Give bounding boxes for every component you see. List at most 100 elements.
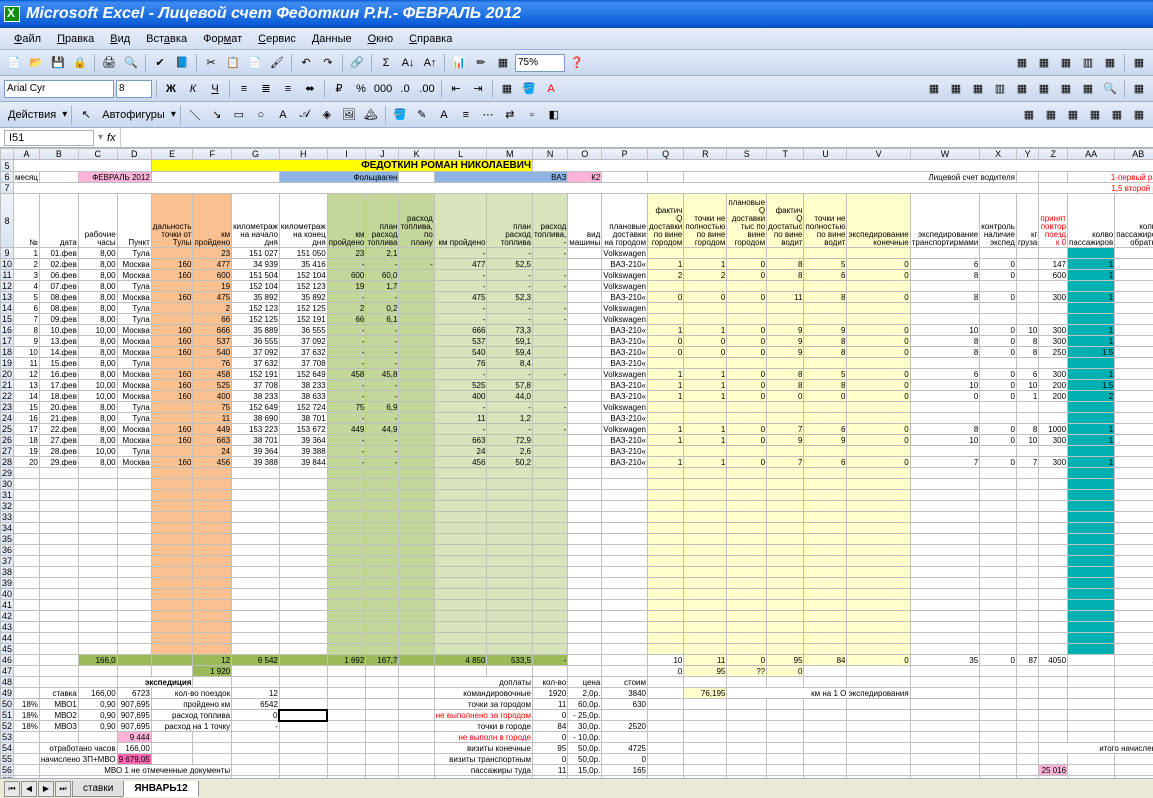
- cell[interactable]: [727, 512, 767, 523]
- cell[interactable]: [327, 512, 366, 523]
- cell[interactable]: 160: [151, 292, 193, 303]
- cell[interactable]: -: [434, 369, 487, 380]
- cell[interactable]: [14, 765, 40, 776]
- cell[interactable]: [767, 589, 804, 600]
- cell[interactable]: [366, 611, 399, 622]
- cell[interactable]: -: [232, 721, 280, 732]
- cell[interactable]: [366, 721, 399, 732]
- picture-icon[interactable]: 🏔: [361, 105, 381, 125]
- cell[interactable]: [399, 336, 434, 347]
- cell[interactable]: 0: [727, 435, 767, 446]
- cell[interactable]: [980, 303, 1017, 314]
- cell[interactable]: [399, 633, 434, 644]
- cell[interactable]: [399, 347, 434, 358]
- cell[interactable]: МВО 2 техническое состояние машины: [39, 776, 231, 779]
- cell[interactable]: 300: [1039, 336, 1068, 347]
- cell[interactable]: [767, 578, 804, 589]
- cell[interactable]: пассажиры обратно: [434, 776, 532, 779]
- cell[interactable]: -: [434, 270, 487, 281]
- cell[interactable]: [684, 512, 727, 523]
- cell[interactable]: [434, 479, 487, 490]
- cell[interactable]: 18: [14, 435, 40, 446]
- cell[interactable]: [532, 292, 567, 303]
- cell[interactable]: Volkswagen: [602, 314, 648, 325]
- cell[interactable]: [39, 589, 78, 600]
- cell[interactable]: [602, 172, 648, 183]
- cell[interactable]: [910, 303, 980, 314]
- cut-icon[interactable]: ✂: [201, 53, 221, 73]
- cell[interactable]: [434, 512, 487, 523]
- cell[interactable]: [487, 589, 533, 600]
- cell[interactable]: 0: [980, 369, 1017, 380]
- cell[interactable]: 1: [648, 369, 684, 380]
- arrow-icon[interactable]: ↘: [207, 105, 227, 125]
- cell[interactable]: [980, 490, 1017, 501]
- cell[interactable]: [568, 501, 602, 512]
- cell[interactable]: -: [327, 336, 366, 347]
- row-header[interactable]: 5: [1, 160, 14, 172]
- cell[interactable]: [399, 611, 434, 622]
- autoshapes-menu[interactable]: Автофигуры: [98, 109, 169, 121]
- cell[interactable]: [78, 501, 117, 512]
- cell[interactable]: 02.фев: [39, 259, 78, 270]
- cell[interactable]: 19: [14, 446, 40, 457]
- cell[interactable]: 38 690: [232, 413, 280, 424]
- cell[interactable]: 10: [1016, 325, 1038, 336]
- cell[interactable]: [804, 281, 847, 292]
- row-header[interactable]: 13: [1, 292, 14, 303]
- cell[interactable]: [1039, 732, 1068, 743]
- cell[interactable]: [804, 545, 847, 556]
- cell[interactable]: [117, 567, 151, 578]
- pivot-icon[interactable]: ▦: [493, 53, 513, 73]
- cell[interactable]: [602, 468, 648, 479]
- col-header[interactable]: H: [279, 149, 327, 160]
- cell[interactable]: [327, 578, 366, 589]
- percent-icon[interactable]: %: [351, 79, 371, 99]
- cell[interactable]: 0: [232, 710, 280, 721]
- cell[interactable]: [487, 611, 533, 622]
- cell[interactable]: [399, 325, 434, 336]
- cell[interactable]: [980, 413, 1017, 424]
- cell[interactable]: [399, 402, 434, 413]
- cell[interactable]: [980, 567, 1017, 578]
- cell[interactable]: [327, 754, 366, 765]
- cell[interactable]: 35: [910, 655, 980, 666]
- cell[interactable]: [980, 358, 1017, 369]
- cell[interactable]: [767, 281, 804, 292]
- cell[interactable]: [568, 457, 602, 468]
- row-header[interactable]: 46: [1, 655, 14, 666]
- cell[interactable]: [327, 545, 366, 556]
- cell[interactable]: [727, 468, 767, 479]
- cell[interactable]: [232, 677, 280, 688]
- cell[interactable]: [1115, 633, 1153, 644]
- clipart-icon[interactable]: 🖼: [339, 105, 359, 125]
- cell[interactable]: ставка: [39, 688, 78, 699]
- cell[interactable]: [910, 545, 980, 556]
- cell[interactable]: 36 555: [279, 325, 327, 336]
- cell[interactable]: [327, 699, 366, 710]
- cell[interactable]: [602, 578, 648, 589]
- row-header[interactable]: 31: [1, 490, 14, 501]
- cell[interactable]: [1016, 479, 1038, 490]
- cell[interactable]: [1039, 172, 1068, 183]
- cell[interactable]: 0,90: [78, 699, 117, 710]
- cell[interactable]: [568, 600, 602, 611]
- cell[interactable]: [14, 655, 40, 666]
- cell[interactable]: кол-во: [532, 677, 567, 688]
- cell[interactable]: 6: [14, 303, 40, 314]
- cell[interactable]: 44,0: [487, 391, 533, 402]
- cell[interactable]: 24: [434, 446, 487, 457]
- sort-asc-icon[interactable]: A↓: [398, 53, 418, 73]
- cell[interactable]: [1016, 270, 1038, 281]
- cell[interactable]: [727, 490, 767, 501]
- cell[interactable]: [279, 633, 327, 644]
- cell[interactable]: [327, 622, 366, 633]
- cell[interactable]: МВО3: [39, 721, 78, 732]
- cell[interactable]: расход топлива, по плану: [399, 194, 434, 248]
- cell[interactable]: [279, 688, 327, 699]
- cell[interactable]: 35 416: [279, 259, 327, 270]
- cell[interactable]: [232, 534, 280, 545]
- cell[interactable]: [847, 303, 910, 314]
- cell[interactable]: [648, 303, 684, 314]
- cell[interactable]: 0: [847, 369, 910, 380]
